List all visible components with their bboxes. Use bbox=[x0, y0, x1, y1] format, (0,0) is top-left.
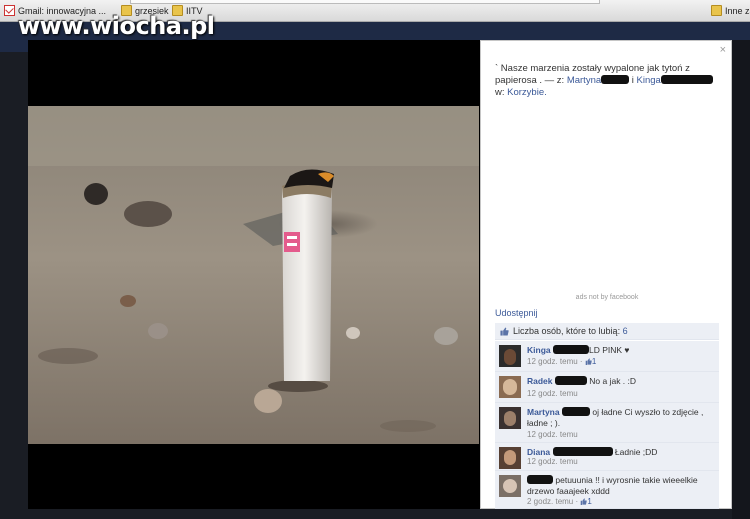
comment: Martyna oj ładne Ci wyszło to zdjęcie , … bbox=[495, 403, 719, 443]
comment-time[interactable]: 12 godz. temu bbox=[527, 457, 578, 466]
tag-separator: i bbox=[631, 75, 634, 86]
comment-text: LD PINK ♥ bbox=[589, 345, 630, 355]
redaction-mark bbox=[601, 75, 630, 84]
redaction-mark bbox=[553, 345, 589, 354]
ads-note: ads not by facebook bbox=[575, 294, 639, 301]
comment-time[interactable]: 12 godz. temu bbox=[527, 389, 578, 398]
redaction-mark bbox=[552, 447, 613, 456]
comment-like-count[interactable]: 1 bbox=[592, 357, 596, 366]
comment-body: Kinga LD PINK ♥ bbox=[527, 345, 715, 356]
comment-meta: 12 godz. temu bbox=[527, 457, 578, 466]
bookmark-inne[interactable]: Inne za bbox=[711, 4, 750, 18]
tag-link-kinga[interactable]: Kinga bbox=[637, 75, 661, 86]
redaction-mark bbox=[561, 407, 590, 416]
comment-meta: 12 godz. temu bbox=[527, 389, 578, 398]
location-prefix: w: bbox=[495, 87, 505, 98]
comment-body: Radek No a jak . :D bbox=[527, 376, 715, 387]
redaction-mark bbox=[554, 376, 587, 385]
avatar[interactable] bbox=[499, 376, 521, 398]
redaction-mark bbox=[527, 475, 553, 484]
cigarette-in-sand-image bbox=[28, 106, 479, 444]
photo-details-panel: × ` Nasze marzenia zostały wypalone jak … bbox=[480, 40, 732, 509]
backdrop-right-strip bbox=[732, 40, 750, 519]
comment-meta: 2 godz. temu · 1 bbox=[527, 497, 592, 506]
comment: Kinga LD PINK ♥ 12 godz. temu · 1 bbox=[495, 341, 719, 372]
photo-caption: ` Nasze marzenia zostały wypalone jak ty… bbox=[495, 63, 719, 99]
avatar[interactable] bbox=[499, 475, 521, 497]
tag-link-martyna[interactable]: Martyna bbox=[567, 75, 601, 86]
comment-author[interactable]: Radek bbox=[527, 376, 553, 386]
comment-text: petuuunia !! i wyrosnie takie wieeelkie … bbox=[527, 475, 698, 496]
watermark: www.wiocha.pl bbox=[18, 12, 215, 40]
comment-body: petuuunia !! i wyrosnie takie wieeelkie … bbox=[527, 475, 715, 497]
comment: Radek No a jak . :D 12 godz. temu bbox=[495, 372, 719, 403]
like-thumb-icon bbox=[585, 358, 592, 365]
comment-time[interactable]: 12 godz. temu bbox=[527, 430, 578, 439]
gmail-icon bbox=[4, 5, 15, 16]
bookmark-label: Inne za bbox=[725, 6, 750, 16]
comment-text: Ładnie ;DD bbox=[614, 447, 658, 457]
comment-author[interactable]: Diana bbox=[527, 447, 550, 457]
comment-time[interactable]: 12 godz. temu bbox=[527, 357, 578, 366]
avatar[interactable] bbox=[499, 447, 521, 469]
avatar[interactable] bbox=[499, 345, 521, 367]
comment-time[interactable]: 2 godz. temu bbox=[527, 497, 573, 506]
comment: petuuunia !! i wyrosnie takie wieeelkie … bbox=[495, 471, 719, 509]
comment-body: Martyna oj ładne Ci wyszło to zdjęcie , … bbox=[527, 407, 715, 429]
comment-author[interactable]: Martyna bbox=[527, 407, 560, 417]
comment: Diana Ładnie ;DD 12 godz. temu bbox=[495, 443, 719, 471]
comment-like-count[interactable]: 1 bbox=[587, 497, 591, 506]
comment-meta: 12 godz. temu · 1 bbox=[527, 357, 597, 366]
redaction-mark bbox=[660, 75, 713, 84]
photo[interactable] bbox=[28, 106, 479, 444]
comment-author[interactable]: Kinga bbox=[527, 345, 551, 355]
comment-text: No a jak . :D bbox=[589, 376, 637, 386]
location-link[interactable]: Korzybie. bbox=[507, 87, 547, 98]
likes-count[interactable]: 6 bbox=[623, 326, 628, 336]
comment-meta: 12 godz. temu bbox=[527, 430, 578, 439]
share-link[interactable]: Udostępnij bbox=[495, 308, 538, 318]
folder-icon bbox=[711, 5, 722, 16]
likes-summary[interactable]: Liczba osób, które to lubią: 6 bbox=[495, 323, 719, 340]
close-icon[interactable]: × bbox=[720, 44, 726, 56]
avatar[interactable] bbox=[499, 407, 521, 429]
like-thumb-icon bbox=[500, 327, 509, 336]
likes-label: Liczba osób, które to lubią: bbox=[513, 326, 621, 336]
